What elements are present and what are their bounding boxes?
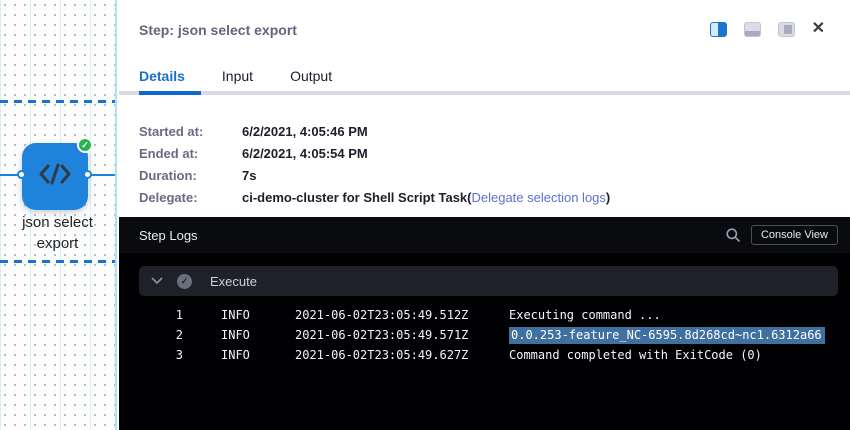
detail-label: Started at: bbox=[139, 124, 242, 139]
layout-bottom-panel-icon[interactable] bbox=[744, 22, 761, 37]
active-tab-indicator bbox=[139, 91, 201, 95]
layout-split-right-icon[interactable] bbox=[710, 22, 727, 37]
log-timestamp: 2021-06-02T23:05:49.512Z bbox=[295, 305, 471, 325]
chevron-down-icon[interactable] bbox=[151, 277, 163, 285]
tab-input[interactable]: Input bbox=[222, 68, 253, 92]
layout-minimize-icon[interactable] bbox=[778, 22, 795, 37]
detail-row-duration: Duration: 7s bbox=[139, 164, 838, 186]
log-timestamp: 2021-06-02T23:05:49.571Z bbox=[295, 325, 471, 345]
node-label: json select export bbox=[0, 212, 115, 254]
stage-boundary-bottom bbox=[0, 260, 115, 263]
log-level: INFO bbox=[221, 345, 257, 365]
detail-label: Duration: bbox=[139, 168, 242, 183]
log-message: 0.0.253-feature_NC-6595.8d268cd~nc1.6312… bbox=[509, 325, 850, 345]
detail-row-ended: Ended at: 6/2/2021, 4:05:54 PM bbox=[139, 142, 838, 164]
detail-value: 7s bbox=[242, 168, 256, 183]
execute-success-icon: ✓ bbox=[177, 274, 192, 289]
log-timestamp: 2021-06-02T23:05:49.627Z bbox=[295, 345, 471, 365]
detail-label: Delegate: bbox=[139, 190, 242, 205]
step-node-json-select-export[interactable]: ✓ bbox=[22, 143, 88, 210]
logs-actions: Console View bbox=[724, 225, 838, 245]
log-level: INFO bbox=[221, 305, 257, 325]
success-check-icon: ✓ bbox=[77, 137, 93, 153]
detail-row-delegate: Delegate: ci-demo-cluster for Shell Scri… bbox=[139, 186, 838, 208]
step-logs-header: Step Logs Console View bbox=[119, 217, 850, 253]
code-icon bbox=[37, 161, 73, 192]
console-view-button[interactable]: Console View bbox=[751, 225, 838, 245]
log-message: Executing command ... bbox=[509, 305, 850, 325]
panel-layout-controls: ✕ bbox=[710, 21, 825, 37]
close-icon[interactable]: ✕ bbox=[812, 21, 825, 37]
panel-title: Step: json select export bbox=[139, 22, 297, 38]
execute-section-label: Execute bbox=[210, 274, 257, 289]
selected-log-text: 0.0.253-feature_NC-6595.8d268cd~nc1.6312… bbox=[509, 327, 825, 344]
stage-boundary-top bbox=[0, 100, 115, 103]
log-line: 3 INFO 2021-06-02T23:05:49.627Z Command … bbox=[119, 345, 850, 365]
step-logs-section: Step Logs Console View ✓ Execute bbox=[119, 217, 850, 430]
delegate-selection-logs-link[interactable]: Delegate selection logs bbox=[471, 190, 605, 205]
detail-tabs: Details Input Output bbox=[139, 68, 332, 92]
step-detail-panel: Step: json select export ✕ Details Input… bbox=[119, 0, 850, 430]
detail-value: ci-demo-cluster for Shell Script Task(De… bbox=[242, 190, 610, 205]
pipeline-canvas: ✓ json select export bbox=[0, 0, 117, 430]
search-icon[interactable] bbox=[724, 226, 742, 244]
detail-row-started: Started at: 6/2/2021, 4:05:46 PM bbox=[139, 120, 838, 142]
log-line-number: 2 bbox=[139, 325, 183, 345]
execute-section-header[interactable]: ✓ Execute bbox=[139, 266, 838, 296]
details-section: Started at: 6/2/2021, 4:05:46 PM Ended a… bbox=[139, 120, 838, 208]
app-window: ✓ json select export Step: json select e… bbox=[0, 0, 850, 430]
log-line: 2 INFO 2021-06-02T23:05:49.571Z 0.0.253-… bbox=[119, 325, 850, 345]
log-lines: 1 INFO 2021-06-02T23:05:49.512Z Executin… bbox=[119, 305, 850, 365]
node-port-out bbox=[83, 170, 92, 179]
tab-output[interactable]: Output bbox=[290, 68, 332, 92]
log-message: Command completed with ExitCode (0) bbox=[509, 345, 850, 365]
log-line: 1 INFO 2021-06-02T23:05:49.512Z Executin… bbox=[119, 305, 850, 325]
step-logs-title: Step Logs bbox=[139, 228, 724, 243]
log-level: INFO bbox=[221, 325, 257, 345]
detail-label: Ended at: bbox=[139, 146, 242, 161]
log-line-number: 3 bbox=[139, 345, 183, 365]
detail-value: 6/2/2021, 4:05:46 PM bbox=[242, 124, 368, 139]
detail-value: 6/2/2021, 4:05:54 PM bbox=[242, 146, 368, 161]
tab-divider bbox=[119, 91, 850, 95]
tab-details[interactable]: Details bbox=[139, 68, 185, 92]
log-line-number: 1 bbox=[139, 305, 183, 325]
node-port-in bbox=[17, 170, 26, 179]
